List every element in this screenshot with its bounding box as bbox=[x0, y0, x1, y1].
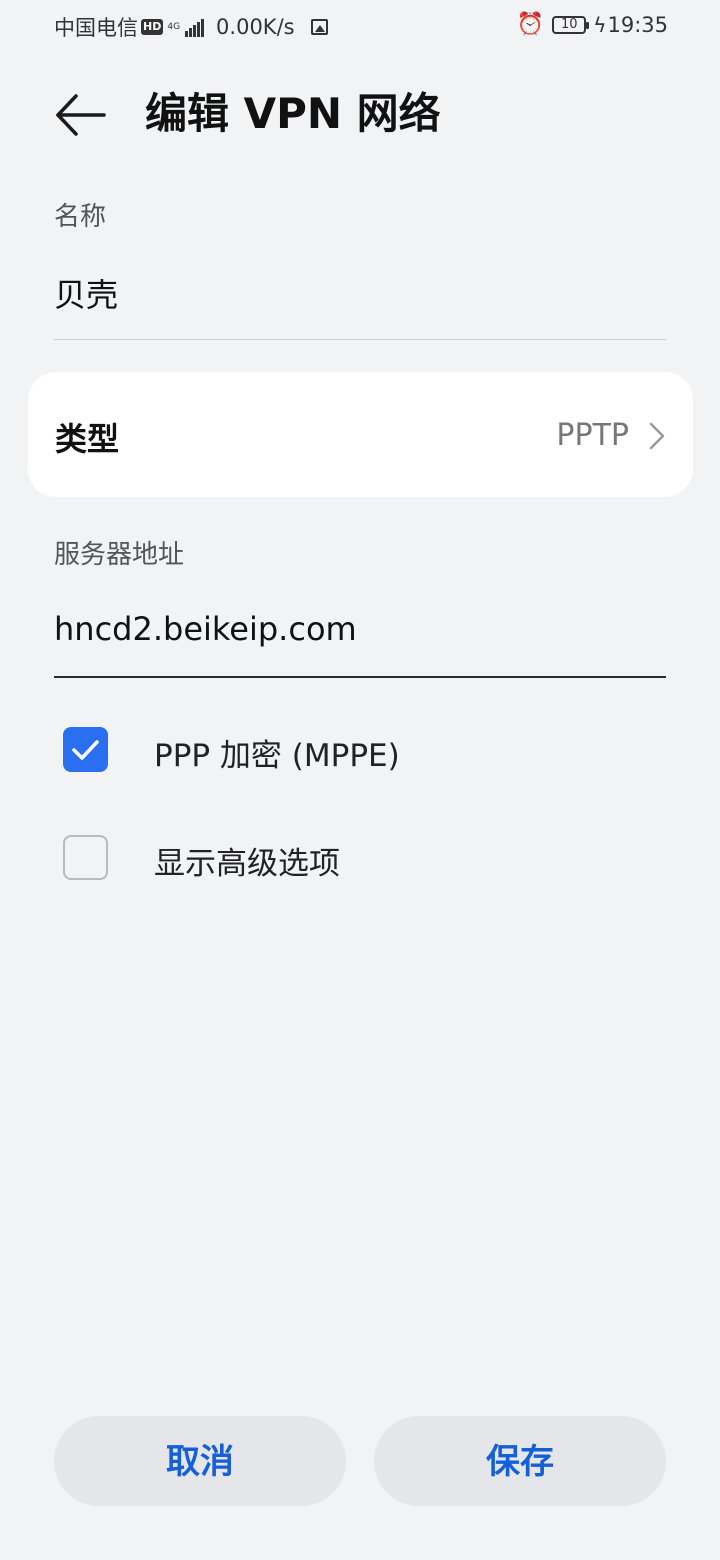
name-input[interactable]: 贝壳 bbox=[54, 270, 118, 316]
server-underline bbox=[54, 676, 666, 678]
name-label: 名称 bbox=[54, 202, 107, 232]
back-button[interactable] bbox=[48, 84, 112, 144]
charging-icon: ϟ bbox=[593, 12, 607, 37]
header: 编辑 VPN 网络 bbox=[0, 80, 720, 146]
ppp-encryption-label: PPP 加密 (MPPE) bbox=[154, 738, 400, 774]
advanced-options-row[interactable]: 显示高级选项 bbox=[54, 818, 666, 898]
page-title: 编辑 VPN 网络 bbox=[145, 89, 441, 138]
checkmark-icon bbox=[72, 740, 99, 760]
type-selector[interactable]: 类型 PPTP bbox=[28, 372, 693, 497]
carrier-name: 中国电信 bbox=[54, 16, 138, 40]
signal-icon bbox=[184, 17, 205, 37]
clock: 19:35 bbox=[607, 12, 668, 37]
status-right: ⏰ 10 ϟ 19:35 bbox=[517, 12, 668, 37]
ppp-encryption-checkbox[interactable] bbox=[63, 727, 108, 772]
advanced-options-label: 显示高级选项 bbox=[154, 846, 340, 882]
battery-icon: 10 bbox=[552, 15, 590, 34]
chevron-right-icon bbox=[649, 422, 665, 450]
name-underline bbox=[54, 339, 666, 340]
network-type: 4G bbox=[167, 21, 181, 32]
cancel-button[interactable]: 取消 bbox=[54, 1416, 346, 1506]
status-left: 中国电信 HD 4G 0.00K/s bbox=[54, 12, 328, 42]
ppp-encryption-row[interactable]: PPP 加密 (MPPE) bbox=[54, 710, 666, 790]
back-arrow-icon bbox=[56, 94, 106, 136]
server-label: 服务器地址 bbox=[54, 540, 185, 570]
network-speed: 0.00K/s bbox=[216, 15, 295, 39]
alarm-icon: ⏰ bbox=[516, 12, 545, 37]
type-label: 类型 bbox=[55, 420, 120, 458]
hd-badge: HD bbox=[141, 19, 164, 35]
status-bar: 中国电信 HD 4G 0.00K/s ⏰ 10 ϟ 19:35 bbox=[0, 0, 720, 50]
image-notification-icon bbox=[310, 19, 328, 35]
save-button[interactable]: 保存 bbox=[374, 1416, 666, 1506]
advanced-options-checkbox[interactable] bbox=[63, 835, 108, 880]
server-input[interactable]: hncd2.beikeip.com bbox=[54, 610, 357, 648]
type-value: PPTP bbox=[556, 418, 629, 453]
